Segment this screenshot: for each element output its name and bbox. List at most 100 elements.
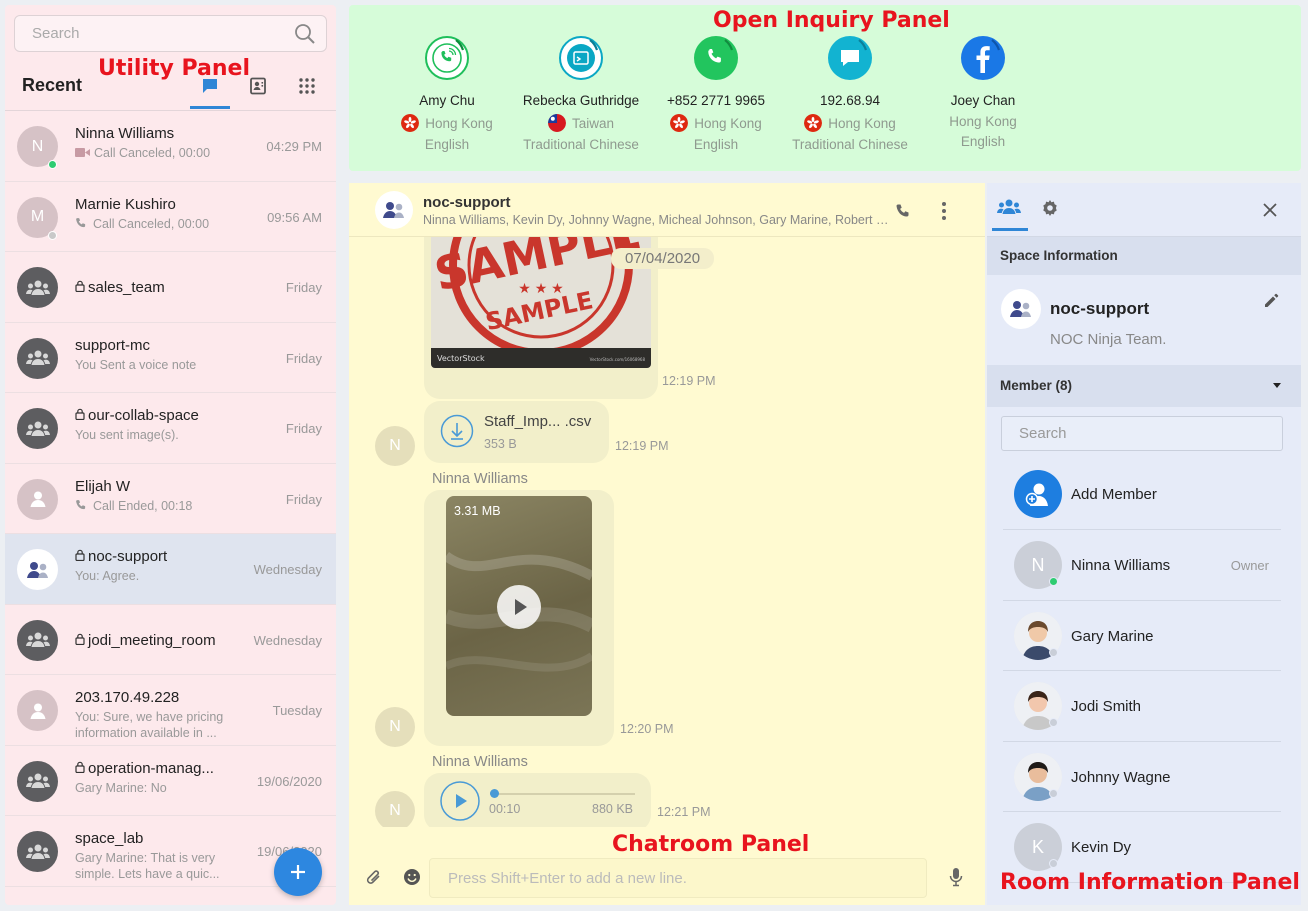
sender-avatar: N <box>375 791 415 827</box>
member-search[interactable] <box>1001 416 1283 451</box>
inquiry-item[interactable]: 192.68.94 Hong Kong Traditional Chinese <box>775 35 925 152</box>
member-row[interactable]: N Ninna Williams Owner <box>1003 530 1281 601</box>
download-icon[interactable] <box>440 414 474 453</box>
inquiry-name: Amy Chu <box>419 93 475 108</box>
audio-position: 00:10 <box>489 802 521 816</box>
conversation-preview: You: Sure, we have pricing information a… <box>75 710 224 740</box>
video-message-bubble: 3.31 MB <box>424 490 614 746</box>
conversation-item[interactable]: operation-manag... Gary Marine: No 19/06/2… <box>5 746 336 816</box>
conversation-item[interactable]: noc-support You: Agree. Wednesday <box>5 534 336 605</box>
audio-progress-track[interactable] <box>490 793 635 795</box>
hong-kong-flag-icon <box>670 114 689 132</box>
conversation-time: Friday <box>285 491 322 507</box>
add-member-icon[interactable] <box>1014 470 1062 518</box>
conversation-time: Wednesday <box>253 562 322 577</box>
chat-member-list: Ninna Williams, Kevin Dy, Johnny Wagne, … <box>423 213 893 227</box>
inquiry-name: 192.68.94 <box>819 93 881 108</box>
attachment-icon[interactable] <box>364 867 384 894</box>
inquiry-language: Traditional Chinese <box>792 137 908 152</box>
taiwan-flag-icon <box>547 114 566 132</box>
conversation-name: jodi_meeting_room <box>75 632 216 649</box>
chat-input-bar <box>349 851 985 905</box>
date-chip: 07/04/2020 <box>611 248 715 269</box>
member-section-header[interactable]: Member (8) <box>987 365 1301 407</box>
file-size: 353 B <box>484 437 517 451</box>
person-icon <box>30 491 45 507</box>
conversation-name: support-mc <box>75 336 151 354</box>
member-row[interactable]: Gary Marine <box>1003 601 1281 671</box>
room-tabs <box>987 183 1301 237</box>
web-chat-icon[interactable] <box>558 35 604 81</box>
conversation-item[interactable]: M Marnie Kushiro Call Canceled, 00:00 09:56… <box>5 182 336 252</box>
conversation-time: 04:29 PM <box>266 139 322 154</box>
svg-text:VectorStock.com/16068968: VectorStock.com/16068968 <box>590 357 646 362</box>
conversation-item[interactable]: support-mc You Sent a voice note Friday <box>5 323 336 393</box>
hong-kong-flag-icon <box>401 114 420 132</box>
conversation-avatar <box>17 478 58 520</box>
add-member-row[interactable]: Add Member <box>1003 459 1281 530</box>
message-time: 12:21 PM <box>657 805 711 819</box>
conversation-time: Friday <box>285 280 322 295</box>
phone-call-icon[interactable] <box>895 203 911 224</box>
caret-down-icon[interactable] <box>1272 365 1282 407</box>
search-icon[interactable] <box>294 23 316 50</box>
close-icon[interactable] <box>1263 203 1277 222</box>
group-icon <box>25 421 50 436</box>
whatsapp-icon[interactable] <box>693 35 739 81</box>
tab-apps[interactable] <box>287 67 327 109</box>
phone-call-icon[interactable] <box>424 35 470 81</box>
utility-panel: Recent NNinna WilliamsCall Canceled, 00:… <box>5 5 336 905</box>
member-row[interactable]: Johnny Wagne <box>1003 742 1281 812</box>
message-time: 12:19 PM <box>662 374 716 388</box>
more-options-icon[interactable] <box>941 201 947 226</box>
inquiry-name: Joey Chan <box>950 93 1016 108</box>
group-avatar <box>375 191 413 229</box>
facebook-icon[interactable] <box>960 35 1006 81</box>
inquiry-item[interactable]: Joey Chan Hong Kong English <box>908 35 1058 149</box>
audio-progress-handle[interactable] <box>490 789 499 798</box>
conversation-name: sales_team <box>75 279 165 296</box>
conversation-name: operation-manag... <box>75 760 214 777</box>
group-icon <box>25 632 50 647</box>
offline-status-dot <box>1049 647 1058 657</box>
lock-icon <box>75 279 85 296</box>
lock-icon <box>75 632 85 649</box>
message-input[interactable] <box>429 858 927 898</box>
members-tab-icon[interactable] <box>997 198 1021 221</box>
message-area[interactable]: SAMPLE SAMPLE ★ ★ ★ VectorStock VectorSt… <box>349 237 985 827</box>
chat-title: noc-support <box>423 194 511 211</box>
inquiry-region: Hong Kong <box>372 114 522 132</box>
conversation-item[interactable]: sales_team Friday <box>5 252 336 323</box>
inquiry-item[interactable]: Rebecka Guthridge Taiwan Traditional Chine… <box>506 35 656 152</box>
group-icon <box>25 280 50 295</box>
video-attachment[interactable]: 3.31 MB <box>446 496 592 716</box>
new-conversation-button[interactable] <box>274 848 322 896</box>
conversation-item[interactable]: Elijah W Call Ended, 00:18 Friday <box>5 464 336 534</box>
member-row[interactable]: Jodi Smith <box>1003 671 1281 742</box>
inquiry-item[interactable]: Amy Chu Hong Kong English <box>372 35 522 152</box>
conversation-item[interactable]: jodi_meeting_room Wednesday <box>5 605 336 675</box>
settings-gear-icon[interactable] <box>1041 199 1059 222</box>
message-input-field[interactable] <box>430 859 926 897</box>
active-tab-indicator <box>190 106 230 109</box>
member-search-input[interactable] <box>1002 417 1282 450</box>
file-message-bubble[interactable]: Staff_Imp... .csv 353 B <box>424 401 609 463</box>
audio-play-icon[interactable] <box>440 781 480 826</box>
conversation-avatar <box>17 408 58 449</box>
emoji-icon[interactable] <box>403 868 421 891</box>
conversation-item[interactable]: our-collab-space You sent image(s). Friday <box>5 393 336 464</box>
inquiry-item[interactable]: +852 2771 9965 Hong Kong English <box>641 35 791 152</box>
chat-bubble-icon[interactable] <box>827 35 873 81</box>
conversation-preview: Gary Marine: No <box>75 780 167 795</box>
conversation-search[interactable] <box>14 15 327 52</box>
space-information-header: Space Information <box>987 237 1301 275</box>
conversation-item[interactable]: N Ninna Williams Call Canceled, 00:00 04:29… <box>5 111 336 182</box>
conversation-item[interactable]: 203.170.49.228 You: Sure, we have pricing… <box>5 675 336 746</box>
conversation-preview: Gary Marine: That is very simple. Lets h… <box>75 851 220 881</box>
microphone-icon[interactable] <box>949 867 963 892</box>
play-icon[interactable] <box>497 585 541 634</box>
edit-pencil-icon[interactable] <box>1264 293 1279 313</box>
chatroom-panel-annotation: Chatroom Panel <box>612 832 810 857</box>
inquiry-language: English <box>424 137 470 152</box>
conversation-search-input[interactable] <box>15 16 275 51</box>
